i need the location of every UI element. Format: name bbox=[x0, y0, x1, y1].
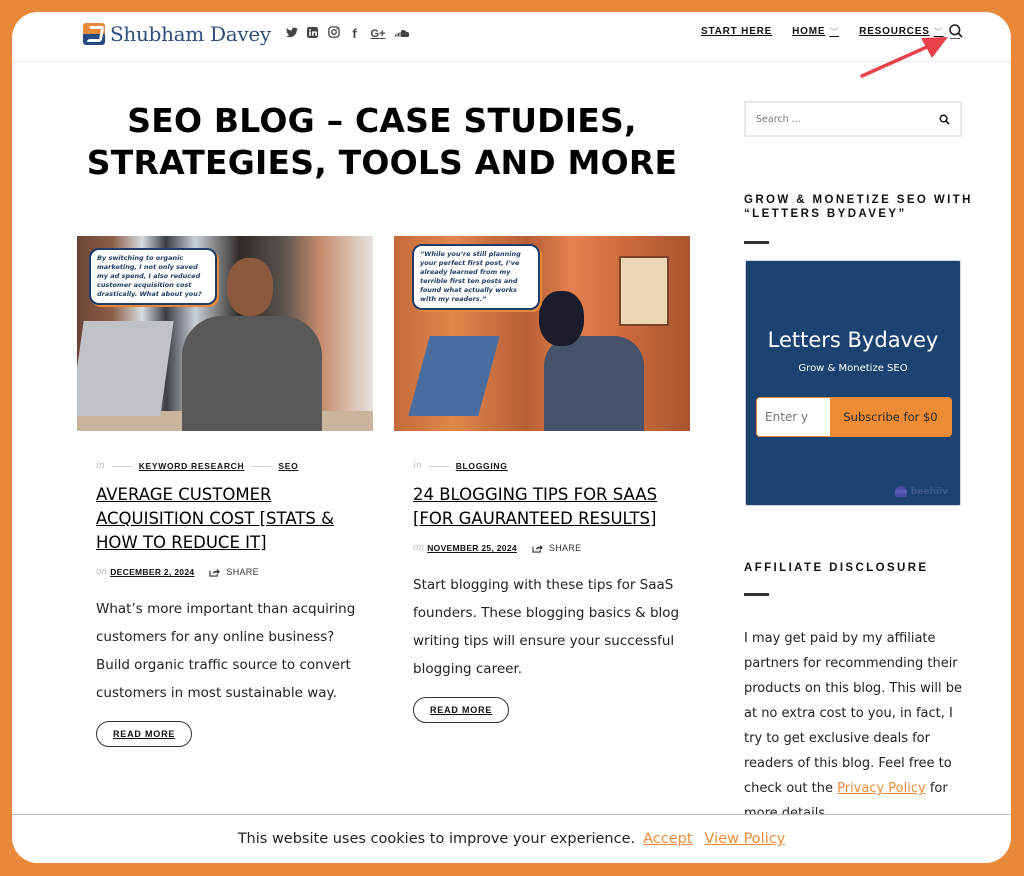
browser-frame: Shubham Davey f G+ START HERE HOME ﹀ RESO… bbox=[12, 12, 1011, 863]
title-divider bbox=[744, 593, 769, 596]
cookie-view-policy-link[interactable]: View Policy bbox=[705, 831, 786, 847]
image-speech-bubble: By switching to organic marketing, I not… bbox=[89, 248, 217, 305]
post-card: By switching to organic marketing, I not… bbox=[77, 236, 373, 747]
facebook-icon[interactable]: f bbox=[348, 26, 361, 41]
category-link[interactable]: BLOGGING bbox=[456, 461, 508, 471]
site-logo[interactable]: Shubham Davey bbox=[83, 22, 271, 46]
nav-home-label: HOME bbox=[792, 26, 826, 37]
post-dateline: on NOVEMBER 25, 2024 SHARE bbox=[394, 543, 690, 553]
category-link[interactable]: KEYWORD RESEARCH bbox=[139, 461, 245, 471]
title-divider bbox=[744, 241, 769, 244]
newsletter-embed: Letters Bydavey Grow & Monetize SEO Subs… bbox=[745, 260, 961, 506]
twitter-icon[interactable] bbox=[285, 27, 298, 41]
privacy-policy-link[interactable]: Privacy Policy bbox=[837, 781, 926, 796]
nav-start-here[interactable]: START HERE bbox=[701, 26, 772, 37]
read-more-button[interactable]: READ MORE bbox=[96, 721, 193, 747]
post-excerpt: Start blogging with these tips for SaaS … bbox=[413, 577, 680, 677]
cookie-accept-link[interactable]: Accept bbox=[643, 831, 692, 847]
nav-home[interactable]: HOME ﹀ bbox=[792, 25, 839, 38]
share-icon bbox=[532, 544, 543, 553]
post-date[interactable]: NOVEMBER 25, 2024 bbox=[427, 543, 517, 553]
disclosure-text-part: I may get paid by my affiliate partners … bbox=[744, 631, 962, 796]
share-label: SHARE bbox=[548, 543, 582, 553]
newsletter-subtitle: Grow & Monetize SEO bbox=[798, 363, 908, 374]
post-dateline: on DECEMBER 2, 2024 SHARE bbox=[77, 567, 373, 577]
newsletter-title: Letters Bydavey bbox=[767, 328, 939, 352]
category-link[interactable]: SEO bbox=[278, 461, 298, 471]
annotation-arrow-icon bbox=[860, 37, 948, 78]
affiliate-disclosure-text: I may get paid by my affiliate partners … bbox=[744, 626, 966, 826]
share-icon bbox=[209, 568, 221, 577]
instagram-icon[interactable] bbox=[327, 26, 340, 41]
beehiiv-badge[interactable]: beehiiv bbox=[894, 486, 948, 497]
google-plus-icon[interactable]: G+ bbox=[369, 28, 387, 40]
post-date[interactable]: DECEMBER 2, 2024 bbox=[110, 567, 194, 577]
post-categories: in KEYWORD RESEARCH SEO bbox=[77, 461, 373, 471]
affiliate-widget: AFFILIATE DISCLOSURE I may get paid by m… bbox=[744, 561, 974, 826]
share-button[interactable]: SHARE bbox=[532, 543, 582, 553]
on-label: on bbox=[96, 567, 108, 577]
newsletter-widget: GROW & MONETIZE SEO WITH “LETTERS BYDAVE… bbox=[744, 193, 974, 244]
sidebar: GROW & MONETIZE SEO WITH “LETTERS BYDAVE… bbox=[744, 101, 970, 821]
search-icon[interactable] bbox=[939, 114, 950, 125]
post-categories: in BLOGGING bbox=[394, 461, 690, 471]
post-thumbnail[interactable]: “While you’re still planning your perfec… bbox=[394, 236, 690, 431]
linkedin-icon[interactable] bbox=[306, 26, 319, 41]
chevron-down-icon: ﹀ bbox=[829, 27, 840, 37]
beehiiv-logo-icon bbox=[894, 486, 907, 497]
site-name: Shubham Davey bbox=[110, 22, 271, 46]
post-excerpt: What’s more important than acquiring cus… bbox=[96, 601, 356, 701]
cookie-message: This website uses cookies to improve you… bbox=[237, 831, 636, 847]
share-label: SHARE bbox=[226, 567, 259, 577]
share-button[interactable]: SHARE bbox=[209, 567, 259, 577]
subscribe-button[interactable]: Subscribe for $0 bbox=[830, 398, 951, 436]
soundcloud-icon[interactable] bbox=[395, 27, 410, 41]
beehiiv-label: beehiiv bbox=[910, 486, 948, 497]
logo-icon bbox=[83, 23, 105, 45]
post-title-link[interactable]: AVERAGE CUSTOMER ACQUISITION COST [STATS… bbox=[77, 483, 367, 555]
subscribe-form: Subscribe for $0 bbox=[756, 397, 952, 437]
sidebar-search-input[interactable] bbox=[756, 113, 926, 125]
page-title: SEO BLOG – CASE STUDIES, STRATEGIES, TOO… bbox=[86, 101, 678, 182]
social-links: f G+ bbox=[285, 26, 410, 41]
nav-start-here-label: START HERE bbox=[701, 26, 773, 37]
read-more-button[interactable]: READ MORE bbox=[413, 697, 510, 723]
widget-title: AFFILIATE DISCLOSURE bbox=[744, 562, 929, 574]
in-label: in bbox=[413, 461, 422, 471]
sidebar-search bbox=[744, 101, 962, 137]
in-label: in bbox=[96, 461, 105, 471]
newsletter-email-input[interactable] bbox=[757, 398, 830, 436]
post-title-link[interactable]: 24 BLOGGING TIPS FOR SAAS [FOR GAURANTEE… bbox=[394, 483, 674, 531]
post-thumbnail[interactable]: By switching to organic marketing, I not… bbox=[77, 236, 373, 431]
post-card: “While you’re still planning your perfec… bbox=[394, 236, 690, 723]
cookie-banner: This website uses cookies to improve you… bbox=[12, 814, 1011, 863]
image-speech-bubble: “While you’re still planning your perfec… bbox=[412, 244, 540, 310]
on-label: on bbox=[413, 543, 425, 553]
widget-title: GROW & MONETIZE SEO WITH “LETTERS BYDAVE… bbox=[744, 194, 973, 220]
